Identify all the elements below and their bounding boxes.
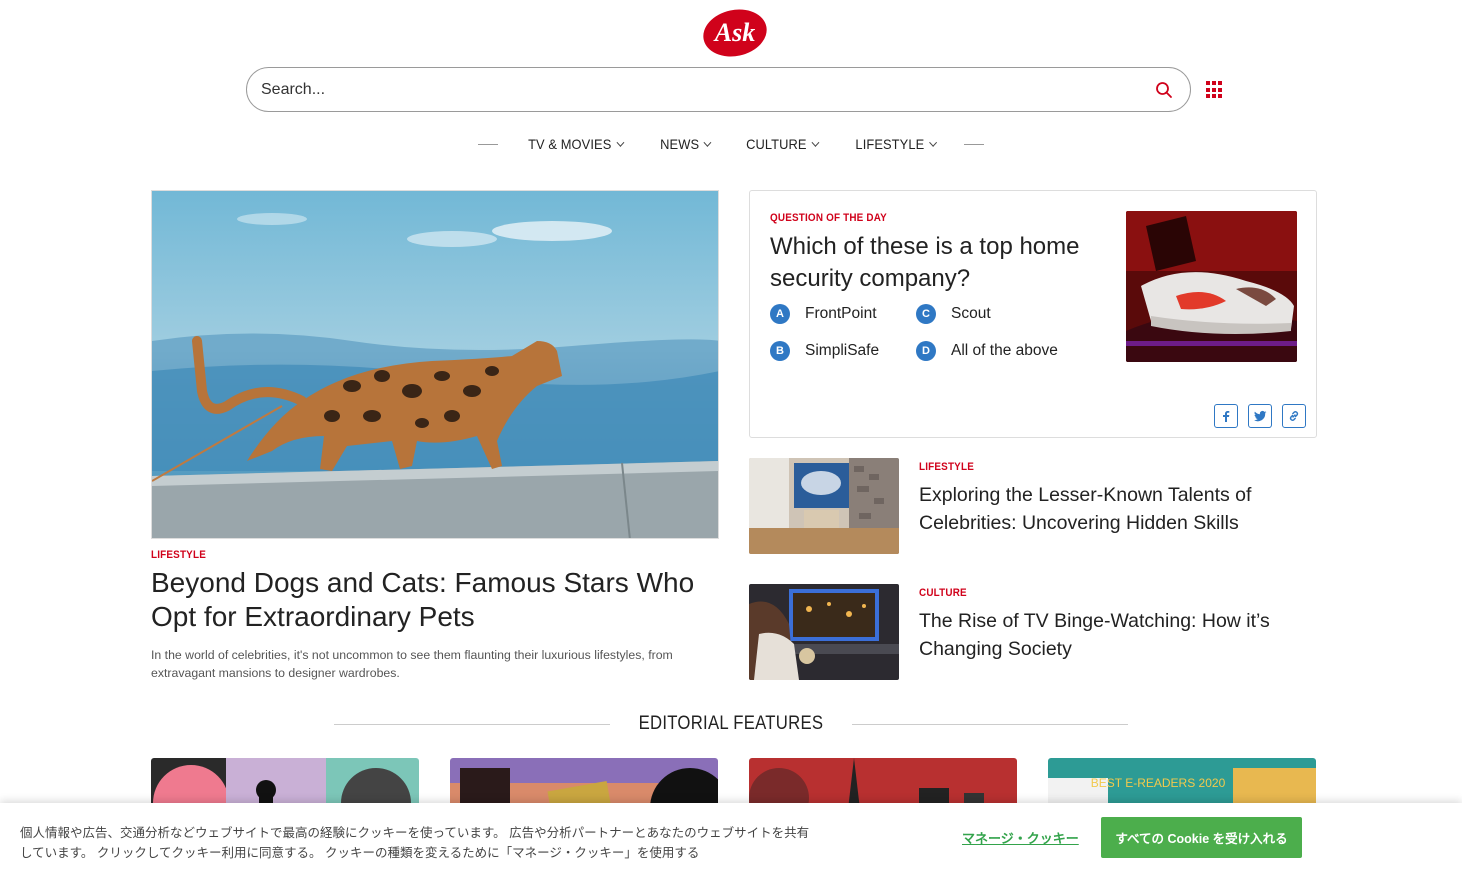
nav-divider xyxy=(478,143,499,145)
chevron-down-icon xyxy=(616,138,625,147)
question-title: Which of these is a top home security co… xyxy=(770,233,1080,292)
manage-cookies-link[interactable]: マネージ・クッキー xyxy=(962,828,1079,847)
twitter-icon xyxy=(1253,410,1266,422)
nav-item-tv-movies[interactable]: TV & MOVIES xyxy=(528,136,625,152)
share-twitter-button[interactable] xyxy=(1248,404,1272,428)
nav-item-culture[interactable]: CULTURE xyxy=(746,136,820,152)
cookie-message: 個人情報や広告、交通分析などウェブサイトで最高の経験にクッキーを使っています。 … xyxy=(20,826,810,860)
chevron-down-icon xyxy=(928,138,937,147)
side-article-tag[interactable]: LIFESTYLE xyxy=(919,461,974,473)
nav-item-lifestyle[interactable]: LIFESTYLE xyxy=(855,136,937,152)
heading-rule xyxy=(851,723,1128,725)
answer-option-a[interactable]: A FrontPoint xyxy=(770,304,877,324)
main-nav: TV & MOVIES NEWS CULTURE LIFESTYLE xyxy=(0,133,1462,155)
side-article-tag[interactable]: CULTURE xyxy=(919,587,967,599)
nav-item-news[interactable]: NEWS xyxy=(660,136,712,152)
search-bar xyxy=(246,67,1191,112)
answer-letter: B xyxy=(770,341,790,361)
search-button[interactable] xyxy=(1152,78,1176,102)
answer-label: SimpliSafe xyxy=(805,342,880,359)
answer-label: All of the above xyxy=(951,342,1058,359)
hero-article-title[interactable]: Beyond Dogs and Cats: Famous Stars Who O… xyxy=(151,566,721,634)
link-icon xyxy=(1289,411,1299,421)
question-of-the-day-card: QUESTION OF THE DAY Which of these is a … xyxy=(749,190,1317,438)
question-image xyxy=(1126,211,1297,362)
question-tag: QUESTION OF THE DAY xyxy=(770,212,887,224)
chevron-down-icon xyxy=(811,138,820,147)
search-input[interactable] xyxy=(261,80,1152,99)
chevron-down-icon xyxy=(703,138,712,147)
hero-category-tag[interactable]: LIFESTYLE xyxy=(151,549,206,561)
facebook-icon xyxy=(1223,411,1230,422)
answer-letter: D xyxy=(916,341,936,361)
side-article-title[interactable]: Exploring the Lesser-Known Talents of Ce… xyxy=(919,481,1309,537)
answer-option-d[interactable]: D All of the above xyxy=(916,341,1058,361)
side-article-title[interactable]: The Rise of TV Binge-Watching: How it’s … xyxy=(919,607,1309,663)
section-title: EDITORIAL FEATURES xyxy=(638,713,824,734)
answer-letter: C xyxy=(916,304,936,324)
answer-label: FrontPoint xyxy=(805,305,877,322)
apps-grid-icon[interactable] xyxy=(1206,81,1224,99)
answer-option-b[interactable]: B SimpliSafe xyxy=(770,341,879,361)
accept-all-cookies-button[interactable]: すべての Cookie を受け入れる xyxy=(1101,817,1302,858)
editorial-features-heading: EDITORIAL FEATURES xyxy=(0,713,1462,735)
side-article-image[interactable] xyxy=(749,458,899,554)
hero-image[interactable] xyxy=(151,190,719,539)
heading-rule xyxy=(334,723,611,725)
cookie-banner: 個人情報や広告、交通分析などウェブサイトで最高の経験にクッキーを使っています。 … xyxy=(0,803,1462,872)
svg-text:BEST E-READERS 2020: BEST E-READERS 2020 xyxy=(1091,776,1226,790)
answer-option-c[interactable]: C Scout xyxy=(916,304,991,324)
side-article-image[interactable] xyxy=(749,584,899,680)
nav-divider xyxy=(963,143,984,145)
search-icon xyxy=(1156,81,1172,98)
share-link-button[interactable] xyxy=(1282,404,1306,428)
answer-letter: A xyxy=(770,304,790,324)
share-facebook-button[interactable] xyxy=(1214,404,1238,428)
ask-logo[interactable]: Ask xyxy=(702,7,768,57)
hero-article-description: In the world of celebrities, it's not un… xyxy=(151,648,673,680)
answer-label: Scout xyxy=(951,305,991,322)
svg-text:Ask: Ask xyxy=(713,18,755,47)
